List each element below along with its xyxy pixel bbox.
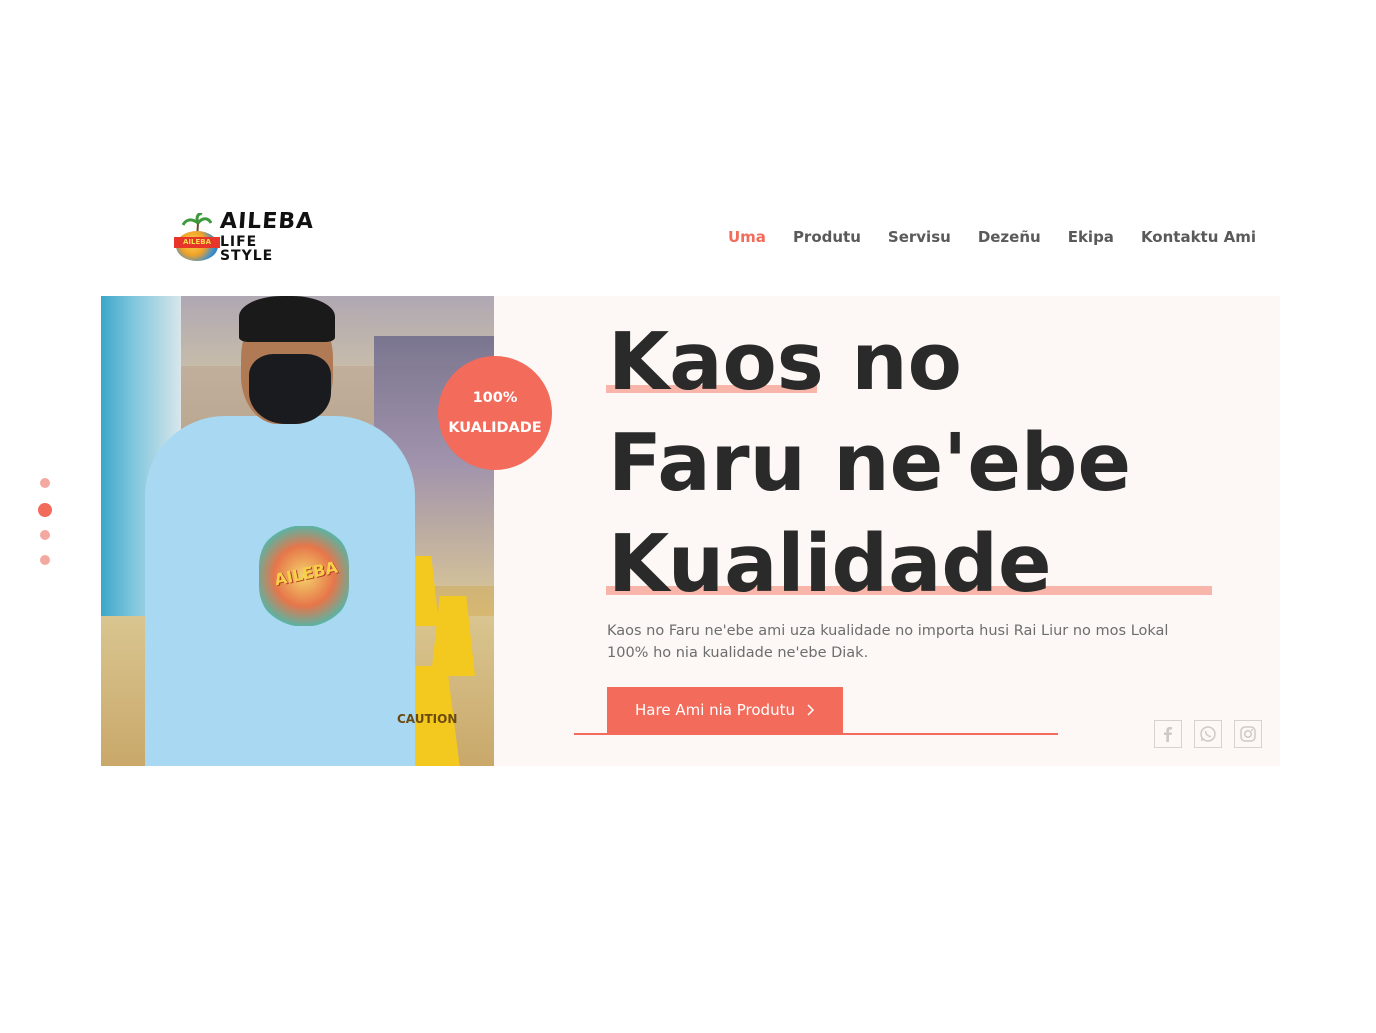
headline-line-3: Kualidade	[608, 518, 1052, 610]
view-products-button[interactable]: Hare Ami nia Produtu	[607, 687, 843, 733]
hero-photo: AILEBA CAUTION	[101, 296, 494, 766]
brand-logo[interactable]: AILEBA AILEBA LIFE STYLE	[174, 209, 315, 264]
headline-line-2: Faru ne'ebe	[608, 417, 1132, 509]
slider-dot-3[interactable]	[40, 530, 50, 540]
main-nav: Uma Produtu Servisu Dezeñu Ekipa Kontakt…	[728, 228, 1283, 246]
quality-badge: 100% KUALIDADE	[438, 356, 552, 470]
facebook-icon[interactable]	[1154, 720, 1182, 748]
slider-dot-2[interactable]	[38, 503, 52, 517]
hero-description: Kaos no Faru ne'ebe ami uza kualidade no…	[607, 623, 1169, 661]
nav-item-servisu[interactable]: Servisu	[888, 228, 951, 246]
slider-dot-1[interactable]	[40, 478, 50, 488]
slider-dot-4[interactable]	[40, 555, 50, 565]
logo-line2: LIFE STYLE	[219, 234, 274, 264]
nav-item-uma[interactable]: Uma	[728, 228, 766, 246]
caution-sign-text: CAUTION	[397, 712, 458, 726]
nav-item-dezenu[interactable]: Dezeñu	[978, 228, 1041, 246]
slider-dots	[38, 478, 52, 580]
nav-item-kontaktu-ami[interactable]: Kontaktu Ami	[1141, 228, 1256, 246]
logo-badge-text: AILEBA	[174, 237, 220, 248]
headline-line-1: Kaos no	[608, 316, 962, 408]
logo-emblem: AILEBA	[174, 213, 220, 261]
nav-item-ekipa[interactable]: Ekipa	[1068, 228, 1114, 246]
nav-item-produtu[interactable]: Produtu	[793, 228, 861, 246]
badge-percent: 100%	[472, 390, 518, 406]
cta-label: Hare Ami nia Produtu	[635, 701, 795, 719]
hero-headline: Kaos no Faru ne'ebe Kualidade	[608, 312, 1131, 615]
whatsapp-icon[interactable]	[1194, 720, 1222, 748]
badge-label: KUALIDADE	[448, 420, 542, 436]
logo-line1: AILEBA	[219, 209, 315, 234]
chevron-right-icon	[807, 704, 815, 716]
logo-wordmark: AILEBA LIFE STYLE	[219, 209, 315, 264]
cta-underline	[574, 733, 1058, 735]
instagram-icon[interactable]	[1234, 720, 1262, 748]
